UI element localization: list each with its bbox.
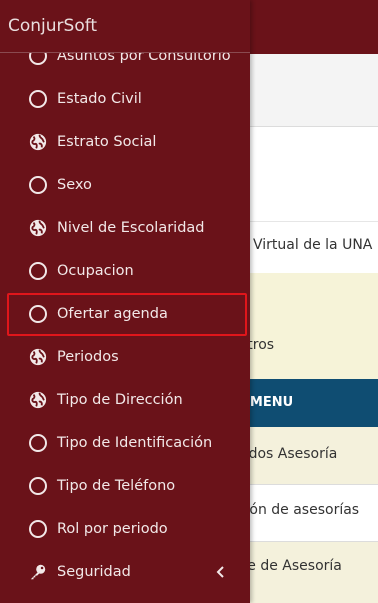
circle-outline-icon [29, 90, 47, 108]
sidebar-item-label: Estado Civil [57, 91, 142, 107]
sidebar-item-label: Periodos [57, 349, 119, 365]
globe-icon [29, 133, 47, 151]
table-row-text: ados Asesoría [240, 446, 338, 462]
sidebar-item-label: Ocupacion [57, 263, 134, 279]
sidebar-item-rol-por-periodo[interactable]: Rol por periodo [0, 508, 250, 551]
sidebar-item-ofertar-agenda[interactable]: Ofertar agenda [0, 293, 250, 336]
info-panel [250, 273, 378, 379]
sidebar-item-label: Tipo de Dirección [57, 392, 183, 408]
sidebar-item-periodos[interactable]: Periodos [0, 336, 250, 379]
brand-title[interactable]: ConjurSoft [0, 0, 250, 53]
sidebar-item-nivel-de-escolaridad[interactable]: Nivel de Escolaridad [0, 207, 250, 250]
sidebar-item-tipo-de-identificacion[interactable]: Tipo de Identificación [0, 422, 250, 465]
sidebar-item-sexo[interactable]: Sexo [0, 164, 250, 207]
sidebar-item-label: Estrato Social [57, 134, 157, 150]
globe-icon [29, 219, 47, 237]
circle-outline-icon [29, 434, 47, 452]
table-row-text: se de Asesoría [240, 558, 342, 574]
sidebar-item-seguridad[interactable]: Seguridad [0, 551, 250, 594]
chevron-left-icon[interactable] [214, 565, 228, 579]
sidebar: Asuntos por Consultorio Estado Civil Est… [0, 0, 250, 603]
circle-outline-icon [29, 176, 47, 194]
key-icon [29, 563, 47, 581]
sidebar-item-tipo-de-telefono[interactable]: Tipo de Teléfono [0, 465, 250, 508]
sidebar-item-label: Seguridad [57, 564, 131, 580]
globe-icon [29, 348, 47, 366]
sidebar-item-ocupacion[interactable]: Ocupacion [0, 250, 250, 293]
circle-outline-icon [29, 520, 47, 538]
circle-outline-icon [29, 477, 47, 495]
circle-outline-icon [29, 262, 47, 280]
table-row-text: tión de asesorías [240, 502, 360, 518]
sidebar-item-estado-civil[interactable]: Estado Civil [0, 78, 250, 121]
sidebar-item-label: Sexo [57, 177, 92, 193]
circle-outline-icon [29, 305, 47, 323]
sidebar-item-label: Nivel de Escolaridad [57, 220, 205, 236]
content-panel-2 [250, 127, 378, 221]
sidebar-item-label: Tipo de Teléfono [57, 478, 176, 494]
content-panel-1 [250, 54, 378, 126]
sidebar-item-estrato-social[interactable]: Estrato Social [0, 121, 250, 164]
sidebar-item-tipo-de-direccion[interactable]: Tipo de Dirección [0, 379, 250, 422]
sidebar-nav: Asuntos por Consultorio Estado Civil Est… [0, 35, 250, 594]
sidebar-item-label: Rol por periodo [57, 521, 168, 537]
content-title-text: o Virtual de la UNA [240, 237, 373, 253]
sidebar-item-label: Ofertar agenda [57, 306, 168, 322]
globe-icon [29, 391, 47, 409]
sidebar-item-label: Tipo de Identificación [57, 435, 213, 451]
